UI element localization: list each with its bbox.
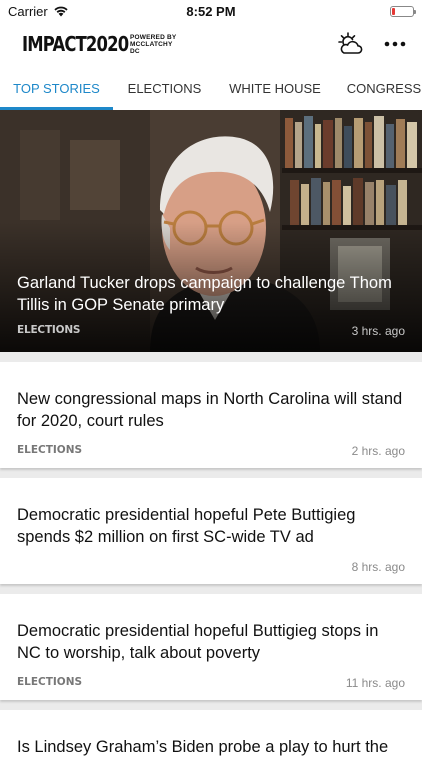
article-meta: 8 hrs. ago: [17, 560, 405, 574]
article-meta: ELECTIONS 2 hrs. ago: [17, 444, 405, 458]
list-item[interactable]: New congressional maps in North Carolina…: [0, 362, 422, 468]
article-title: Democratic presidential hopeful Buttigie…: [17, 622, 379, 662]
article-title: Is Lindsey Graham’s Biden probe a play t…: [17, 738, 389, 756]
app-logo[interactable]: IMPACT2020 POWERED BY MCCLATCHY DC: [22, 32, 182, 56]
logo-wordmark: IMPACT2020: [22, 32, 129, 56]
section-tabs: TOP STORIES ELECTIONS WHITE HOUSE CONGRE…: [0, 66, 422, 110]
tab-elections[interactable]: ELECTIONS: [113, 66, 216, 110]
tab-congress[interactable]: CONGRESS: [334, 66, 422, 110]
status-bar: Carrier 8:52 PM: [0, 0, 422, 22]
app-header: IMPACT2020 POWERED BY MCCLATCHY DC: [0, 22, 422, 66]
article-title: Democratic presidential hopeful Pete But…: [17, 506, 356, 546]
list-item[interactable]: Is Lindsey Graham’s Biden probe a play t…: [0, 710, 422, 770]
logo-tagline: POWERED BY MCCLATCHY DC: [130, 33, 177, 55]
article-time: 11 hrs. ago: [345, 676, 405, 690]
tab-white-house[interactable]: WHITE HOUSE: [216, 66, 334, 110]
story-feed: Garland Tucker drops campaign to challen…: [0, 110, 422, 770]
more-horizontal-icon: [384, 41, 406, 47]
tab-top-stories[interactable]: TOP STORIES: [0, 66, 113, 110]
carrier-label: Carrier: [8, 3, 48, 19]
list-item[interactable]: Democratic presidential hopeful Buttigie…: [0, 594, 422, 700]
article-title: New congressional maps in North Carolina…: [17, 390, 403, 430]
hero-meta: ELECTIONS 3 hrs. ago: [17, 324, 405, 338]
battery-icon: [390, 5, 416, 17]
article-category: ELECTIONS: [17, 676, 83, 688]
wifi-icon: [54, 6, 68, 17]
article-time: 2 hrs. ago: [351, 444, 405, 458]
article-time: 8 hrs. ago: [351, 560, 405, 574]
weather-partly-cloudy-icon: [338, 32, 363, 54]
hero-title: Garland Tucker drops campaign to challen…: [17, 274, 392, 314]
hero-story[interactable]: Garland Tucker drops campaign to challen…: [0, 110, 422, 352]
header-actions: [338, 32, 406, 56]
hero-time: 3 hrs. ago: [351, 324, 405, 338]
article-category: ELECTIONS: [17, 444, 83, 456]
article-meta: ELECTIONS 11 hrs. ago: [17, 676, 405, 690]
hero-category: ELECTIONS: [17, 324, 81, 336]
more-button[interactable]: [384, 41, 406, 47]
list-item[interactable]: Democratic presidential hopeful Pete But…: [0, 478, 422, 584]
weather-button[interactable]: [338, 32, 364, 56]
status-left: Carrier: [8, 4, 69, 19]
